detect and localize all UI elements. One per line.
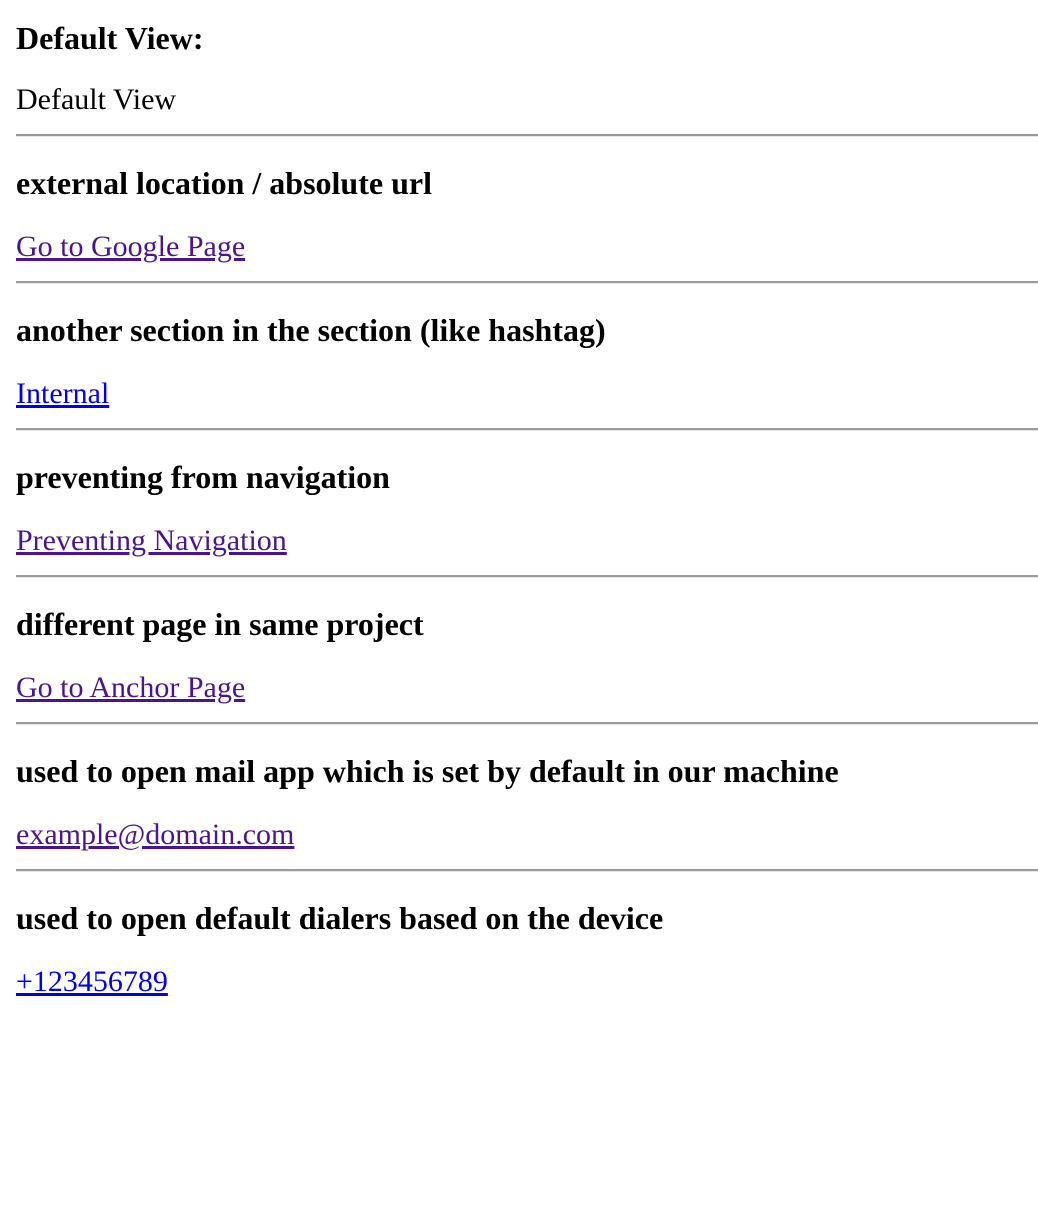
default-view-text: Default View xyxy=(16,83,177,116)
page: Default View: Default View external loca… xyxy=(0,0,1038,1002)
email-link[interactable]: example@domain.com xyxy=(16,818,294,851)
section-mail-app: used to open mail app which is set by de… xyxy=(16,725,1022,855)
internal-link[interactable]: Internal xyxy=(16,377,109,410)
section-heading: another section in the section (like has… xyxy=(16,312,606,348)
preventing-navigation-link[interactable]: Preventing Navigation xyxy=(16,524,287,557)
default-view-section: Default View: Default View xyxy=(16,16,1022,120)
google-page-link[interactable]: Go to Google Page xyxy=(16,230,245,263)
section-external-url: external location / absolute url Go to G… xyxy=(16,137,1022,267)
section-heading: different page in same project xyxy=(16,606,424,642)
section-different-page: different page in same project Go to Anc… xyxy=(16,578,1022,708)
default-view-heading: Default View: xyxy=(16,20,204,56)
phone-link[interactable]: +123456789 xyxy=(16,965,168,998)
section-preventing-navigation: preventing from navigation Preventing Na… xyxy=(16,431,1022,561)
section-dialer: used to open default dialers based on th… xyxy=(16,872,1022,1002)
section-heading: preventing from navigation xyxy=(16,459,390,495)
anchor-page-link[interactable]: Go to Anchor Page xyxy=(16,671,245,704)
section-internal-anchor: another section in the section (like has… xyxy=(16,284,1022,414)
section-heading: used to open default dialers based on th… xyxy=(16,900,664,936)
section-heading: external location / absolute url xyxy=(16,165,432,201)
section-heading: used to open mail app which is set by de… xyxy=(16,753,839,789)
